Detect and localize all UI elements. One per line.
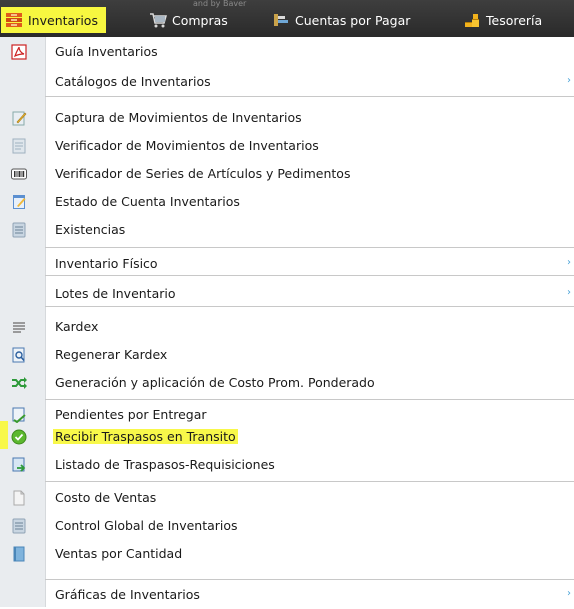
coins-icon: [463, 11, 481, 29]
menu-item-label: Estado de Cuenta Inventarios: [55, 194, 240, 209]
doc-check-icon: [11, 407, 27, 424]
menu-separator: [45, 247, 574, 248]
tab-tesoreria[interactable]: Tesorería: [463, 7, 542, 33]
menu-separator: [45, 481, 574, 482]
menu-item-regenerar-kardex[interactable]: Regenerar Kardex: [0, 341, 574, 369]
edit-doc-icon: [11, 110, 27, 126]
menu-item-label: Verificador de Series de Artículos y Ped…: [55, 166, 351, 181]
submenu-arrow-icon: ›: [567, 257, 571, 268]
menu-item-label: Costo de Ventas: [55, 490, 157, 505]
menu-item-lotes-de-inventario[interactable]: Lotes de Inventario ›: [0, 280, 574, 308]
menu-item-label: Ventas por Cantidad: [55, 546, 183, 561]
menu-item-label: Recibir Traspasos en Transito: [53, 429, 238, 444]
tab-label: Cuentas por Pagar: [295, 12, 411, 28]
book-icon: [11, 546, 27, 562]
lines-icon: [11, 319, 27, 335]
top-menu-bar: and by Baver Inventarios Compras Cuentas…: [0, 0, 574, 37]
doc-icon: [11, 138, 27, 154]
menu-item-label: Guía Inventarios: [55, 44, 158, 59]
shuffle-icon: [11, 375, 27, 391]
menu-item-verificador-de-movimientos[interactable]: Verificador de Movimientos de Inventario…: [0, 132, 574, 160]
tab-label: Tesorería: [486, 12, 543, 28]
menu-item-label: Listado de Traspasos-Requisiciones: [55, 457, 275, 472]
menu-item-label: Captura de Movimientos de Inventarios: [55, 110, 302, 125]
menu-separator: [45, 579, 574, 580]
menu-separator: [45, 399, 574, 400]
doc-search-icon: [11, 347, 27, 363]
menu-item-estado-de-cuenta[interactable]: Estado de Cuenta Inventarios: [0, 188, 574, 216]
menu-item-kardex[interactable]: Kardex: [0, 313, 574, 341]
submenu-arrow-icon: ›: [567, 588, 571, 599]
menu-item-label: Gráficas de Inventarios: [55, 587, 200, 602]
inventarios-dropdown-menu: Guía Inventarios Catálogos de Inventario…: [0, 37, 574, 607]
menu-item-ventas-por-cantidad[interactable]: Ventas por Cantidad: [0, 540, 574, 568]
notepad-icon: [11, 194, 27, 210]
menu-item-graficas-de-inventarios[interactable]: Gráficas de Inventarios ›: [0, 581, 574, 609]
blank-doc-icon: [11, 490, 27, 506]
menu-item-costo-prom-ponderado[interactable]: Generación y aplicación de Costo Prom. P…: [0, 369, 574, 397]
menu-item-label: Catálogos de Inventarios: [55, 74, 211, 89]
menu-item-label: Pendientes por Entregar: [55, 407, 207, 422]
menu-item-label: Control Global de Inventarios: [55, 518, 238, 533]
cart-icon: [149, 11, 167, 29]
submenu-arrow-icon: ›: [567, 75, 571, 86]
doc-arrow-icon: [11, 457, 27, 473]
menu-item-label: Inventario Físico: [55, 256, 158, 271]
menu-item-recibir-traspasos-en-transito[interactable]: Recibir Traspasos en Transito: [0, 423, 574, 451]
tab-compras[interactable]: Compras: [149, 7, 228, 33]
tab-cuentas-por-pagar[interactable]: Cuentas por Pagar: [272, 7, 410, 33]
menu-item-label: Kardex: [55, 319, 99, 334]
list-icon: [11, 518, 27, 534]
menu-item-label: Regenerar Kardex: [55, 347, 168, 362]
payables-icon: [272, 11, 290, 29]
menu-item-label: Existencias: [55, 222, 126, 237]
menu-item-inventario-fisico[interactable]: Inventario Físico ›: [0, 250, 574, 278]
tab-inventarios[interactable]: Inventarios: [1, 7, 106, 33]
menu-item-control-global[interactable]: Control Global de Inventarios: [0, 512, 574, 540]
pdf-icon: [11, 44, 27, 60]
menu-item-label: Lotes de Inventario: [55, 286, 176, 301]
menu-item-costo-de-ventas[interactable]: Costo de Ventas: [0, 484, 574, 512]
menu-item-guia-inventarios[interactable]: Guía Inventarios: [0, 38, 574, 66]
menu-item-captura-de-movimientos[interactable]: Captura de Movimientos de Inventarios: [0, 104, 574, 132]
boxes-icon: [5, 11, 23, 29]
list-icon: [11, 222, 27, 238]
menu-item-catalogos-de-inventarios[interactable]: Catálogos de Inventarios ›: [0, 68, 574, 96]
menu-item-label: Verificador de Movimientos de Inventario…: [55, 138, 319, 153]
submenu-arrow-icon: ›: [567, 287, 571, 298]
menu-item-listado-de-traspasos[interactable]: Listado de Traspasos-Requisiciones: [0, 451, 574, 479]
green-check-icon: [11, 429, 27, 445]
menu-item-verificador-de-series[interactable]: Verificador de Series de Artículos y Ped…: [0, 160, 574, 188]
barcode-icon: [11, 166, 27, 182]
menu-item-existencias[interactable]: Existencias: [0, 216, 574, 244]
menu-separator: [45, 96, 574, 97]
tab-label: Compras: [172, 12, 228, 28]
tab-label: Inventarios: [28, 12, 98, 28]
menu-item-label: Generación y aplicación de Costo Prom. P…: [55, 375, 375, 390]
